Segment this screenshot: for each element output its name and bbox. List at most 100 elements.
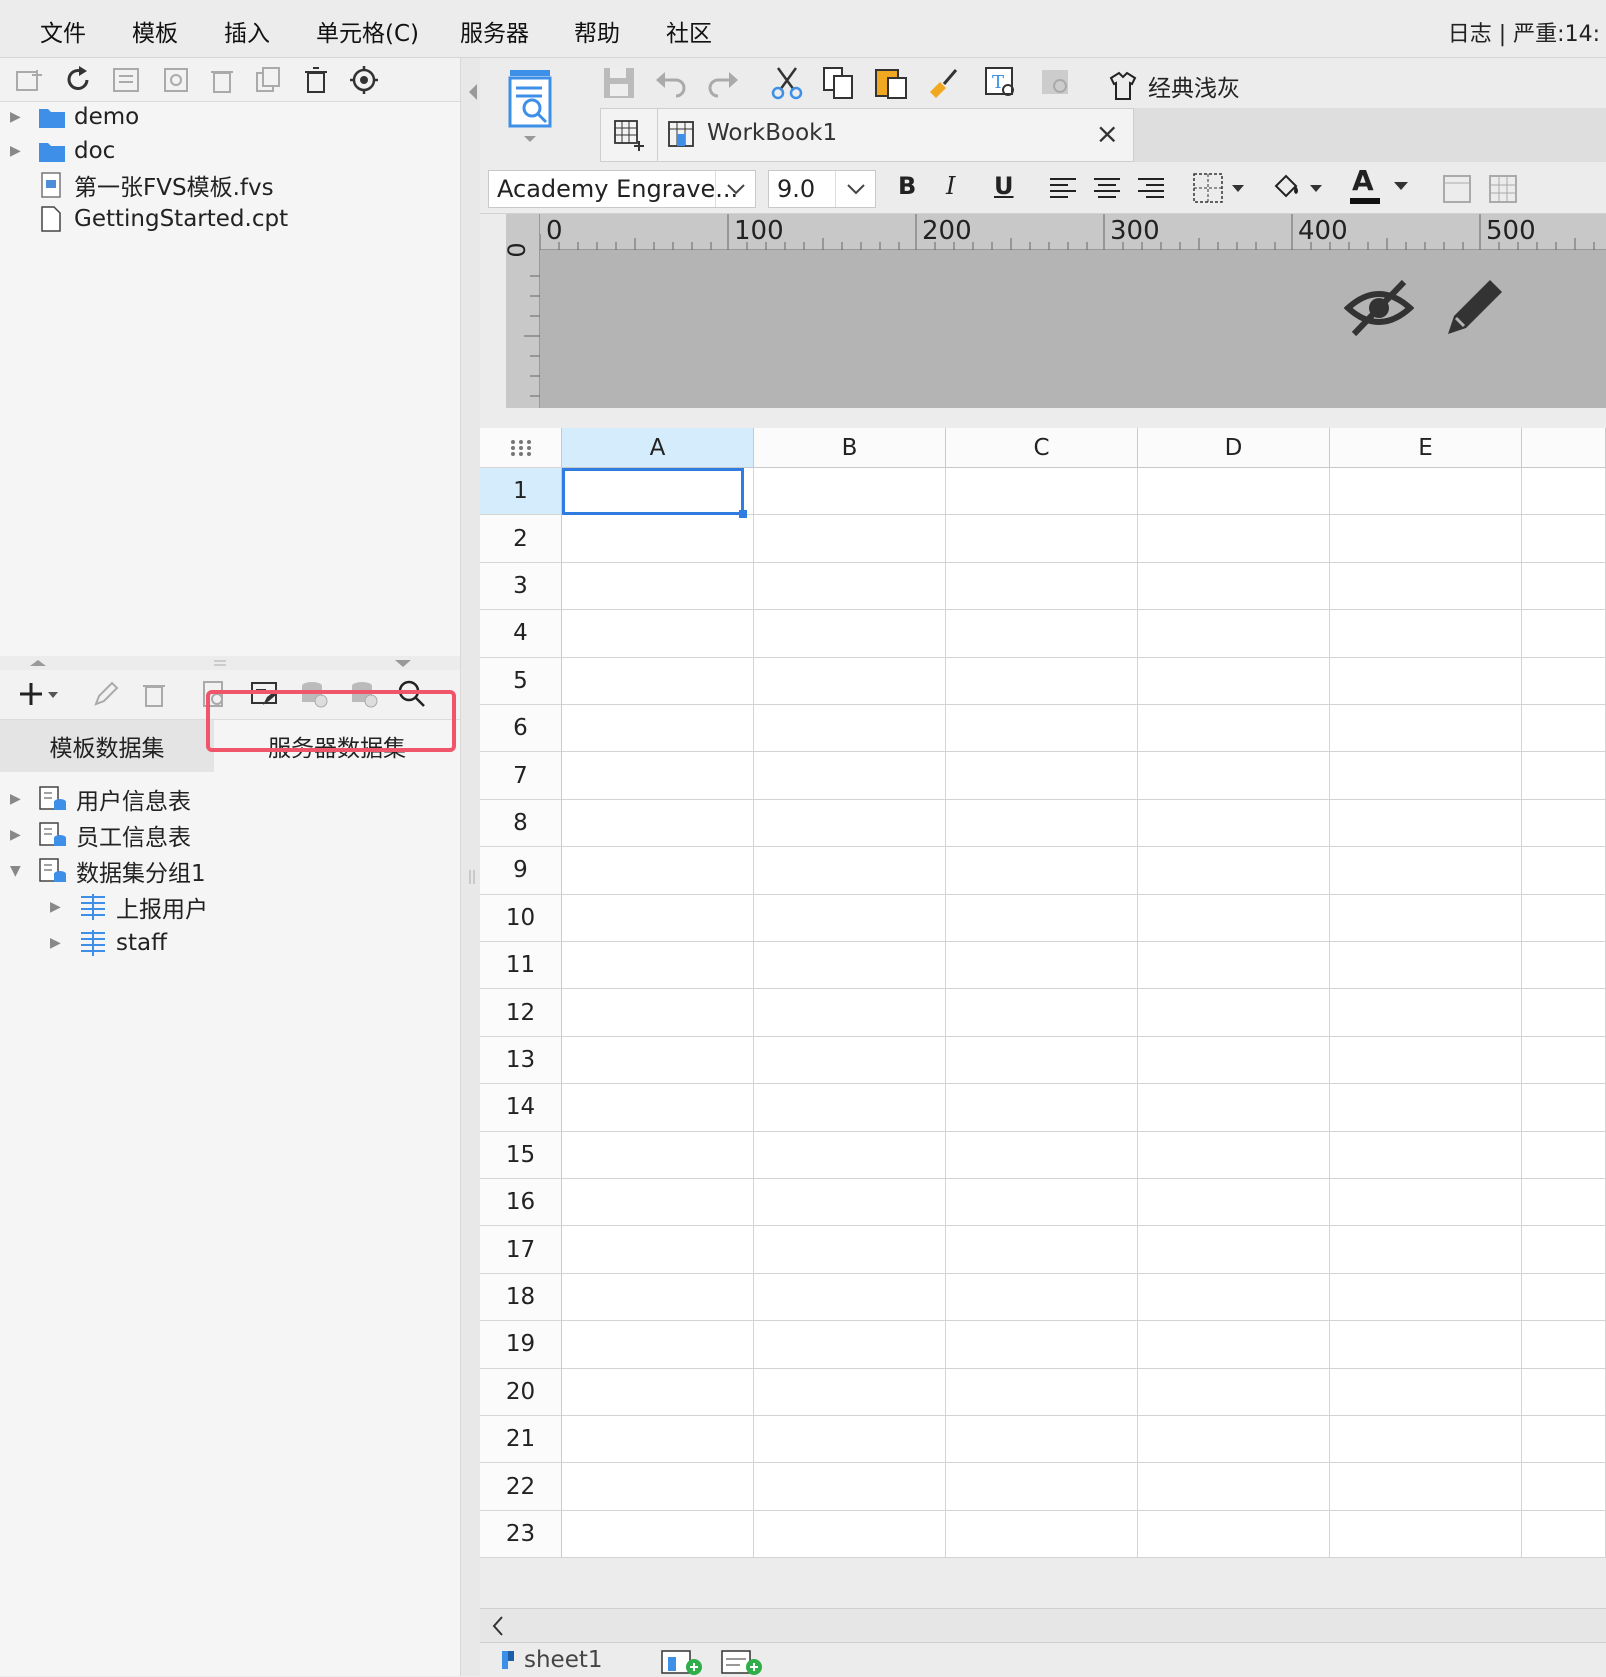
grid-cell[interactable] bbox=[1522, 1416, 1606, 1464]
grid-cell[interactable] bbox=[754, 610, 946, 658]
grid-cell[interactable] bbox=[946, 515, 1138, 563]
grid-cell[interactable] bbox=[946, 989, 1138, 1037]
grid-cell[interactable] bbox=[754, 847, 946, 895]
grid-cell[interactable] bbox=[562, 515, 754, 563]
grid-cell[interactable] bbox=[1138, 1084, 1330, 1132]
grid-cell[interactable] bbox=[562, 1273, 754, 1322]
tab-template-dataset[interactable]: 模板数据集 bbox=[0, 720, 214, 772]
format-painter-icon[interactable] bbox=[922, 62, 964, 104]
grid-cell[interactable] bbox=[1330, 752, 1522, 800]
refresh-icon[interactable] bbox=[60, 62, 96, 98]
expand-caret-icon[interactable]: ▶ bbox=[10, 143, 24, 159]
grid-cell[interactable] bbox=[946, 1321, 1138, 1369]
grid-cell[interactable] bbox=[562, 705, 754, 753]
grid-cell[interactable] bbox=[946, 1084, 1138, 1132]
expand-caret-icon[interactable]: ▶ bbox=[50, 935, 64, 951]
table-grid-icon[interactable] bbox=[1488, 174, 1518, 204]
grid-cell[interactable] bbox=[562, 1179, 754, 1227]
redo-icon[interactable] bbox=[702, 62, 744, 104]
close-icon[interactable]: × bbox=[1096, 117, 1119, 150]
cut-icon[interactable] bbox=[766, 62, 808, 104]
grid-cell[interactable] bbox=[1138, 705, 1330, 753]
font-family-select[interactable]: Academy Engrave... bbox=[488, 170, 756, 208]
row-header[interactable]: 10 bbox=[480, 894, 562, 942]
grid-cell[interactable] bbox=[1330, 942, 1522, 990]
grid-cell[interactable] bbox=[1138, 847, 1330, 895]
new-folder-icon[interactable] bbox=[12, 62, 48, 98]
grid-cell[interactable] bbox=[754, 1084, 946, 1132]
column-header-c[interactable]: C bbox=[946, 428, 1138, 468]
grid-cell[interactable] bbox=[946, 894, 1138, 942]
grid-cell[interactable] bbox=[754, 1416, 946, 1464]
align-center-icon[interactable] bbox=[1092, 176, 1122, 202]
grid-cell[interactable] bbox=[1330, 705, 1522, 753]
border-icon[interactable] bbox=[1192, 172, 1252, 204]
column-header-f[interactable] bbox=[1522, 428, 1606, 468]
grid-cell[interactable] bbox=[1330, 515, 1522, 563]
grid-cell[interactable] bbox=[754, 1179, 946, 1227]
grid-cell[interactable] bbox=[946, 752, 1138, 800]
grid-cell[interactable] bbox=[562, 847, 754, 895]
font-color-button[interactable]: A bbox=[1348, 164, 1418, 210]
sheet-tab-sheet1[interactable]: sheet1 bbox=[500, 1645, 603, 1675]
grid-cell[interactable] bbox=[1138, 468, 1330, 516]
grid-cell[interactable] bbox=[1522, 1036, 1606, 1085]
grid-cell[interactable] bbox=[1138, 610, 1330, 658]
grid-cell[interactable] bbox=[754, 1368, 946, 1416]
column-header-b[interactable]: B bbox=[754, 428, 946, 468]
pane-splitter[interactable] bbox=[0, 656, 460, 670]
grid-cell[interactable] bbox=[1522, 657, 1606, 705]
grid-cell[interactable] bbox=[754, 989, 946, 1037]
collapse-caret-icon[interactable]: ▼ bbox=[10, 863, 24, 879]
grid-cell[interactable] bbox=[1522, 515, 1606, 563]
grid-cell[interactable] bbox=[1330, 847, 1522, 895]
add-dataset-icon[interactable] bbox=[14, 676, 64, 712]
paste-icon[interactable] bbox=[870, 62, 912, 104]
row-header[interactable]: 15 bbox=[480, 1131, 562, 1179]
grid-cell[interactable] bbox=[946, 657, 1138, 705]
grid-cell[interactable] bbox=[1138, 752, 1330, 800]
grid-cell[interactable] bbox=[754, 1131, 946, 1179]
grid-cell[interactable] bbox=[562, 894, 754, 942]
cell-attr-icon[interactable] bbox=[1442, 174, 1472, 204]
horizontal-scrollbar[interactable] bbox=[480, 1609, 1606, 1643]
grid-cell[interactable] bbox=[562, 610, 754, 658]
recycle-icon[interactable] bbox=[298, 62, 334, 98]
pencil-icon[interactable] bbox=[1442, 274, 1508, 340]
dataset-child-item[interactable]: ▶ 上报用户 bbox=[50, 890, 208, 924]
grid-cell[interactable] bbox=[946, 562, 1138, 611]
row-header[interactable]: 1 bbox=[480, 468, 562, 516]
grid-cell[interactable] bbox=[946, 1510, 1138, 1559]
grid-cell[interactable] bbox=[754, 1321, 946, 1369]
dataset-group[interactable]: ▼ 数据集分组1 bbox=[10, 854, 206, 888]
grid-cell[interactable] bbox=[946, 1036, 1138, 1085]
grid-cell[interactable] bbox=[1522, 1084, 1606, 1132]
grid-cell[interactable] bbox=[754, 1510, 946, 1559]
menu-cell[interactable]: 单元格(C) bbox=[316, 14, 419, 48]
grid-cell[interactable] bbox=[562, 562, 754, 611]
grid-cell[interactable] bbox=[1522, 894, 1606, 942]
file-tree-item-cpt[interactable]: GettingStarted.cpt bbox=[10, 202, 288, 236]
expand-caret-icon[interactable]: ▶ bbox=[50, 899, 64, 915]
grid-cell[interactable] bbox=[1522, 610, 1606, 658]
grid-cell[interactable] bbox=[754, 894, 946, 942]
settings-file-icon[interactable] bbox=[158, 62, 194, 98]
delete-icon[interactable] bbox=[204, 62, 240, 98]
dataset-child-item[interactable]: ▶ staff bbox=[50, 926, 167, 960]
scroll-left-icon[interactable] bbox=[484, 1611, 514, 1641]
grid-cell[interactable] bbox=[1330, 1179, 1522, 1227]
row-header[interactable]: 7 bbox=[480, 752, 562, 800]
grid-cell[interactable] bbox=[1330, 1368, 1522, 1416]
menu-insert[interactable]: 插入 bbox=[224, 14, 270, 48]
row-header[interactable]: 18 bbox=[480, 1273, 562, 1322]
row-header[interactable]: 4 bbox=[480, 610, 562, 658]
row-header[interactable]: 14 bbox=[480, 1084, 562, 1132]
grid-cell[interactable] bbox=[946, 1131, 1138, 1179]
grid-cell[interactable] bbox=[946, 1463, 1138, 1511]
grid-cell[interactable] bbox=[754, 515, 946, 563]
delete-dataset-icon[interactable] bbox=[136, 676, 172, 712]
grid-cell[interactable] bbox=[562, 1368, 754, 1416]
grid-cell[interactable] bbox=[1138, 942, 1330, 990]
grid-cell[interactable] bbox=[754, 1226, 946, 1274]
select-all-corner[interactable] bbox=[480, 428, 562, 468]
